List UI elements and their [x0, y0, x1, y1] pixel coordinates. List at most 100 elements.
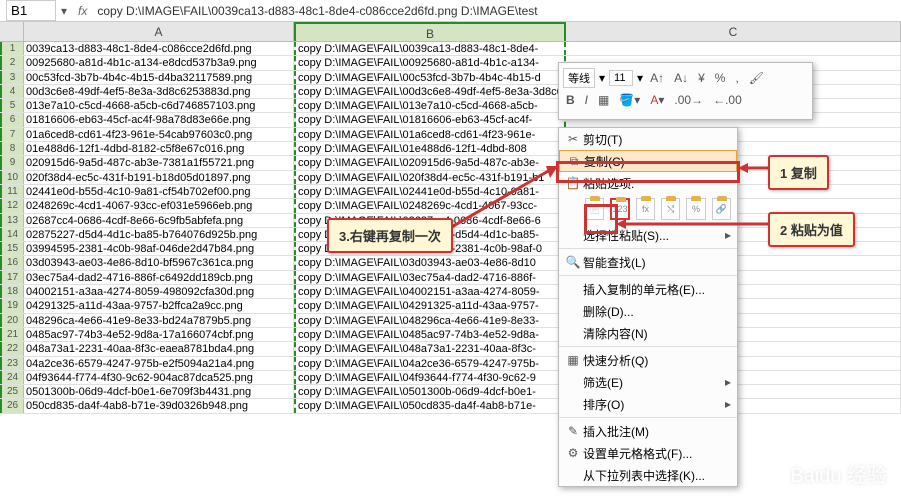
cell[interactable]: 04a2ce36-6579-4247-975b-e2f5094a21a4.png — [24, 357, 294, 370]
cell[interactable]: 020915d6-9a5d-487c-ab3e-7381a1f55721.png — [24, 156, 294, 169]
cell[interactable]: 02875227-d5d4-4d1c-ba85-b764076d925b.png — [24, 228, 294, 241]
cell[interactable]: 0501300b-06d9-4dcf-b0e1-6e709f3b4431.png — [24, 385, 294, 398]
decrease-font-icon[interactable]: A↓ — [671, 71, 691, 85]
cell[interactable]: copy D:\IMAGE\FAIL\0501300b-06d9-4dcf-b0… — [294, 385, 566, 398]
cell[interactable]: 02687cc4-0686-4cdf-8e66-6c9fb5abfefa.png — [24, 214, 294, 227]
cell[interactable]: copy D:\IMAGE\FAIL\0039ca13-d883-48c1-8d… — [294, 42, 566, 55]
cell[interactable]: 01a6ced8-cd61-4f23-961e-54cab97603c0.png — [24, 128, 294, 141]
increase-font-icon[interactable]: A↑ — [647, 71, 667, 85]
ctx-clear[interactable]: 清除内容(N) — [559, 322, 737, 344]
row-header[interactable]: 7 — [0, 128, 24, 141]
row-header[interactable]: 6 — [0, 113, 24, 126]
select-all-corner[interactable] — [0, 22, 24, 41]
cell[interactable]: 03d03943-ae03-4e86-8d10-bf5967c361ca.png — [24, 256, 294, 269]
cell[interactable] — [566, 42, 901, 55]
cell[interactable]: copy D:\IMAGE\FAIL\01816606-eb63-45cf-ac… — [294, 113, 566, 126]
ctx-delete[interactable]: 删除(D)... — [559, 300, 737, 322]
ctx-insert-copied[interactable]: 插入复制的单元格(E)... — [559, 278, 737, 300]
font-color-icon[interactable]: A▾ — [647, 93, 667, 107]
row-header[interactable]: 15 — [0, 242, 24, 255]
cell[interactable]: 04f93644-f774-4f30-9c62-904ac87dca525.pn… — [24, 371, 294, 384]
cell[interactable]: copy D:\IMAGE\FAIL\048a73a1-2231-40aa-8f… — [294, 342, 566, 355]
format-painter-icon[interactable]: 🖌 — [746, 71, 767, 85]
row-header[interactable]: 23 — [0, 357, 24, 370]
cell[interactable]: copy D:\IMAGE\FAIL\050cd835-da4f-4ab8-b7… — [294, 399, 566, 412]
row-header[interactable]: 26 — [0, 399, 24, 412]
percent-format-icon[interactable]: % — [712, 71, 729, 85]
name-box[interactable] — [6, 0, 56, 21]
ctx-insert-comment[interactable]: ✎插入批注(M) — [559, 420, 737, 442]
cell[interactable]: 00d3c6e8-49df-4ef5-8e3a-3d8c6253883d.png — [24, 85, 294, 98]
italic-icon[interactable]: I — [582, 93, 591, 107]
ctx-cut[interactable]: ✂剪切(T) — [559, 128, 737, 150]
cell[interactable]: copy D:\IMAGE\FAIL\03d03943-ae03-4e86-8d… — [294, 256, 566, 269]
row-header[interactable]: 13 — [0, 214, 24, 227]
row-header[interactable]: 25 — [0, 385, 24, 398]
cell[interactable]: 04002151-a3aa-4274-8059-498092cfa30d.png — [24, 285, 294, 298]
cell[interactable]: 01816606-eb63-45cf-ac4f-98a78d83e66e.png — [24, 113, 294, 126]
row-header[interactable]: 16 — [0, 256, 24, 269]
cell[interactable]: copy D:\IMAGE\FAIL\04291325-a11d-43aa-97… — [294, 299, 566, 312]
row-header[interactable]: 11 — [0, 185, 24, 198]
row-header[interactable]: 8 — [0, 142, 24, 155]
ctx-smart-lookup[interactable]: 🔍智能查找(L) — [559, 251, 737, 273]
ctx-copy[interactable]: ⧉复制(C) — [559, 150, 737, 172]
fill-color-icon[interactable]: 🪣▾ — [616, 93, 643, 107]
cell[interactable]: copy D:\IMAGE\FAIL\03ec75a4-dad2-4716-88… — [294, 271, 566, 284]
row-header[interactable]: 12 — [0, 199, 24, 212]
ctx-sort[interactable]: 排序(O)▸ — [559, 393, 737, 415]
row-header[interactable]: 24 — [0, 371, 24, 384]
cell[interactable]: copy D:\IMAGE\FAIL\01e488d6-12f1-4dbd-80… — [294, 142, 566, 155]
cell[interactable]: 02441e0d-b55d-4c10-9a81-cf54b702ef00.png — [24, 185, 294, 198]
cell[interactable]: 04291325-a11d-43aa-9757-b2ffca2a9cc.png — [24, 299, 294, 312]
row-header[interactable]: 21 — [0, 328, 24, 341]
row-header[interactable]: 3 — [0, 71, 24, 84]
row-header[interactable]: 1 — [0, 42, 24, 55]
comma-format-icon[interactable]: , — [732, 71, 741, 85]
cell[interactable]: 020f38d4-ec5c-431f-b191-b18d05d01897.png — [24, 171, 294, 184]
cell[interactable]: 00925680-a81d-4b1c-a134-e8dcd537b3a9.png — [24, 56, 294, 69]
increase-decimal-icon[interactable]: ←.00 — [710, 93, 745, 107]
paste-all-icon[interactable]: 📄 — [585, 198, 604, 220]
cell[interactable]: copy D:\IMAGE\FAIL\048296ca-4e66-41e9-8e… — [294, 314, 566, 327]
cell[interactable]: copy D:\IMAGE\FAIL\04a2ce36-6579-4247-97… — [294, 357, 566, 370]
cell[interactable]: copy D:\IMAGE\FAIL\013e7a10-c5cd-4668-a5… — [294, 99, 566, 112]
formula-input[interactable]: copy D:\IMAGE\FAIL\0039ca13-d883-48c1-8d… — [93, 2, 901, 20]
cell[interactable]: copy D:\IMAGE\FAIL\00925680-a81d-4b1c-a1… — [294, 56, 566, 69]
row-header[interactable]: 20 — [0, 314, 24, 327]
row-header[interactable]: 10 — [0, 171, 24, 184]
col-header-a[interactable]: A — [24, 22, 294, 41]
cell[interactable]: 0248269c-4cd1-4067-93cc-ef031e5966eb.png — [24, 199, 294, 212]
bold-icon[interactable]: B — [563, 93, 578, 107]
row-header[interactable]: 19 — [0, 299, 24, 312]
ctx-filter[interactable]: 筛选(E)▸ — [559, 371, 737, 393]
cell[interactable]: 050cd835-da4f-4ab8-b71e-39d0326b948.png — [24, 399, 294, 412]
cell[interactable]: copy D:\IMAGE\FAIL\01a6ced8-cd61-4f23-96… — [294, 128, 566, 141]
fx-icon[interactable]: fx — [72, 4, 93, 18]
col-header-c[interactable]: C — [566, 22, 901, 41]
cell[interactable]: 048296ca-4e66-41e9-8e33-bd24a7879b5.png — [24, 314, 294, 327]
col-header-b[interactable]: B — [294, 22, 566, 41]
accounting-format-icon[interactable]: ¥ — [695, 71, 708, 85]
cell[interactable]: copy D:\IMAGE\FAIL\00c53fcd-3b7b-4b4c-4b… — [294, 71, 566, 84]
cell[interactable]: 0485ac97-74b3-4e52-9d8a-17a166074cbf.png — [24, 328, 294, 341]
cell[interactable]: copy D:\IMAGE\FAIL\00d3c6e8-49df-4ef5-8e… — [294, 85, 566, 98]
ctx-format-cells[interactable]: ⚙设置单元格格式(F)... — [559, 442, 737, 464]
cell[interactable]: 013e7a10-c5cd-4668-a5cb-c6d746857103.png — [24, 99, 294, 112]
row-header[interactable]: 4 — [0, 85, 24, 98]
row-header[interactable]: 22 — [0, 342, 24, 355]
decrease-decimal-icon[interactable]: .00→ — [671, 93, 706, 107]
cell[interactable]: 03994595-2381-4c0b-98af-046de2d47b84.png — [24, 242, 294, 255]
ctx-quick-analysis[interactable]: ▦快速分析(Q) — [559, 349, 737, 371]
row-header[interactable]: 2 — [0, 56, 24, 69]
cell[interactable]: 01e488d6-12f1-4dbd-8182-c5f8e67c016.png — [24, 142, 294, 155]
name-box-dropdown[interactable]: ▾ — [56, 4, 72, 18]
ctx-dropdown-list[interactable]: 从下拉列表中选择(K)... — [559, 464, 737, 486]
cell[interactable]: 00c53fcd-3b7b-4b4c-4b15-d4ba32117589.png — [24, 71, 294, 84]
border-icon[interactable]: ▦ — [595, 93, 612, 107]
cell[interactable]: copy D:\IMAGE\FAIL\04f93644-f774-4f30-9c… — [294, 371, 566, 384]
cell[interactable]: 03ec75a4-dad2-4716-886f-c6492dd189cb.png — [24, 271, 294, 284]
cell[interactable]: 0039ca13-d883-48c1-8de4-c086cce2d6fd.png — [24, 42, 294, 55]
row-header[interactable]: 18 — [0, 285, 24, 298]
row-header[interactable]: 5 — [0, 99, 24, 112]
